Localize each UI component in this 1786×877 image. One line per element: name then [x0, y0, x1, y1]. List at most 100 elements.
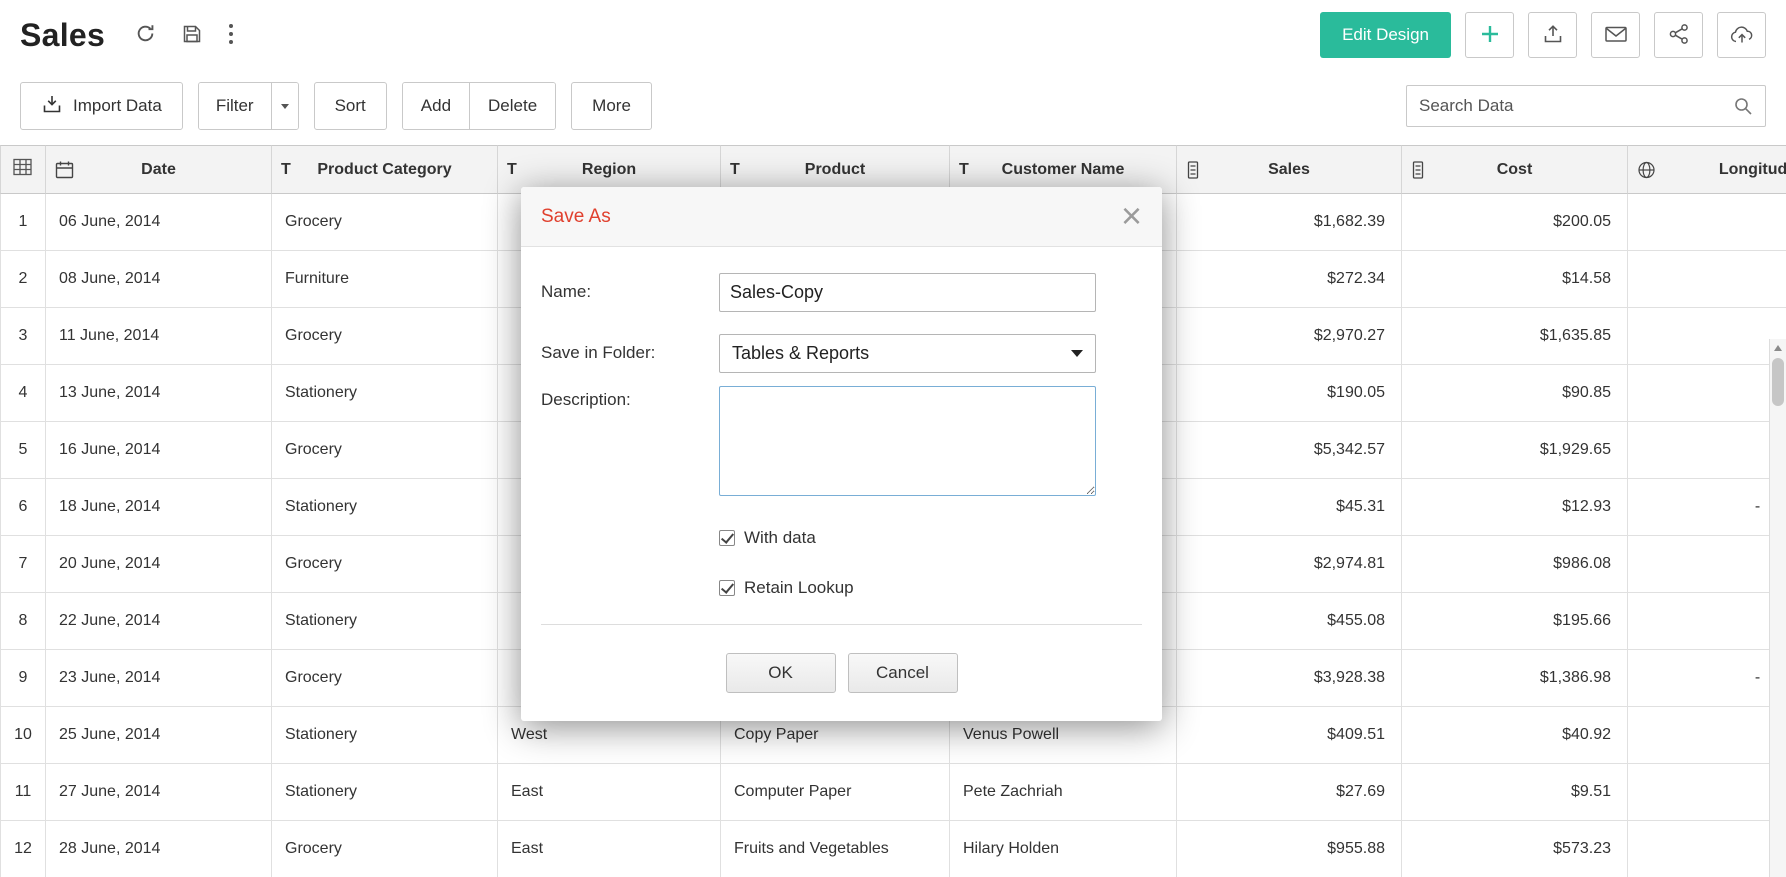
cell-category[interactable]: Furniture	[272, 251, 498, 308]
cell-num[interactable]: 11	[0, 764, 46, 821]
cell-date[interactable]: 18 June, 2014	[46, 479, 272, 536]
cell-num[interactable]: 5	[0, 422, 46, 479]
cell-sales[interactable]: $27.69	[1177, 764, 1402, 821]
cell-sales[interactable]: $190.05	[1177, 365, 1402, 422]
search-input[interactable]	[1419, 96, 1733, 116]
cell-cost[interactable]: $14.58	[1402, 251, 1628, 308]
cell-product[interactable]: Computer Paper	[721, 764, 950, 821]
cell-num[interactable]: 3	[0, 308, 46, 365]
retain-lookup-label[interactable]: Retain Lookup	[744, 578, 854, 598]
vertical-scrollbar[interactable]	[1769, 339, 1786, 877]
table-row[interactable]: 1228 June, 2014GroceryEastFruits and Veg…	[0, 821, 1786, 877]
cell-longitude[interactable]	[1628, 308, 1786, 365]
cell-cost[interactable]: $90.85	[1402, 365, 1628, 422]
import-data-button[interactable]: Import Data	[20, 82, 183, 130]
cell-cost[interactable]: $1,635.85	[1402, 308, 1628, 365]
cell-sales[interactable]: $5,342.57	[1177, 422, 1402, 479]
scroll-up-button[interactable]	[1770, 339, 1786, 356]
cell-longitude[interactable]	[1628, 194, 1786, 251]
export-button[interactable]	[1528, 12, 1577, 58]
retain-lookup-option[interactable]: Retain Lookup	[719, 578, 1142, 598]
cell-longitude[interactable]	[1628, 251, 1786, 308]
column-header-sales[interactable]: Sales	[1177, 145, 1402, 194]
cell-sales[interactable]: $3,928.38	[1177, 650, 1402, 707]
table-row[interactable]: 1127 June, 2014StationeryEastComputer Pa…	[0, 764, 1786, 821]
cell-cost[interactable]: $195.66	[1402, 593, 1628, 650]
column-header-date[interactable]: Date	[46, 145, 272, 194]
publish-button[interactable]	[1717, 12, 1766, 58]
filter-button[interactable]: Filter	[199, 83, 271, 129]
cell-date[interactable]: 20 June, 2014	[46, 536, 272, 593]
cell-sales[interactable]: $955.88	[1177, 821, 1402, 877]
email-button[interactable]	[1591, 12, 1640, 58]
cell-category[interactable]: Grocery	[272, 821, 498, 877]
cancel-button[interactable]: Cancel	[848, 653, 958, 693]
delete-button[interactable]: Delete	[469, 83, 555, 129]
search-icon[interactable]	[1733, 96, 1753, 116]
cell-num[interactable]: 10	[0, 707, 46, 764]
filter-dropdown-button[interactable]	[271, 83, 298, 129]
cell-cost[interactable]: $200.05	[1402, 194, 1628, 251]
sort-button[interactable]: Sort	[314, 82, 387, 130]
cell-sales[interactable]: $2,970.27	[1177, 308, 1402, 365]
cell-date[interactable]: 16 June, 2014	[46, 422, 272, 479]
edit-design-button[interactable]: Edit Design	[1320, 12, 1451, 58]
cell-product[interactable]: Fruits and Vegetables	[721, 821, 950, 877]
cell-category[interactable]: Grocery	[272, 650, 498, 707]
cell-longitude[interactable]	[1628, 422, 1786, 479]
cell-longitude[interactable]	[1628, 821, 1786, 877]
cell-sales[interactable]: $45.31	[1177, 479, 1402, 536]
cell-cost[interactable]: $1,386.98	[1402, 650, 1628, 707]
cell-longitude[interactable]	[1628, 365, 1786, 422]
share-button[interactable]	[1654, 12, 1703, 58]
cell-cost[interactable]: $40.92	[1402, 707, 1628, 764]
close-button[interactable]: ×	[1121, 202, 1142, 231]
cell-cost[interactable]: $986.08	[1402, 536, 1628, 593]
with-data-label[interactable]: With data	[744, 528, 816, 548]
cell-date[interactable]: 22 June, 2014	[46, 593, 272, 650]
cell-date[interactable]: 23 June, 2014	[46, 650, 272, 707]
scrollbar-thumb[interactable]	[1772, 358, 1784, 406]
with-data-checkbox[interactable]	[719, 530, 735, 546]
add-button[interactable]: Add	[403, 83, 469, 129]
more-button[interactable]: More	[571, 82, 652, 130]
cell-longitude[interactable]	[1628, 536, 1786, 593]
retain-lookup-checkbox[interactable]	[719, 580, 735, 596]
description-textarea[interactable]	[719, 386, 1096, 496]
cell-customer[interactable]: Pete Zachriah	[950, 764, 1177, 821]
cell-customer[interactable]: Hilary Holden	[950, 821, 1177, 877]
cell-num[interactable]: 6	[0, 479, 46, 536]
cell-num[interactable]: 8	[0, 593, 46, 650]
column-header-longitude[interactable]: Longitude	[1628, 145, 1786, 194]
cell-num[interactable]: 7	[0, 536, 46, 593]
column-header-cost[interactable]: Cost	[1402, 145, 1628, 194]
cell-sales[interactable]: $455.08	[1177, 593, 1402, 650]
cell-region[interactable]: East	[498, 764, 721, 821]
cell-category[interactable]: Stationery	[272, 365, 498, 422]
cell-date[interactable]: 27 June, 2014	[46, 764, 272, 821]
cell-category[interactable]: Grocery	[272, 536, 498, 593]
cell-category[interactable]: Grocery	[272, 422, 498, 479]
cell-longitude[interactable]: -	[1628, 479, 1786, 536]
save-button[interactable]	[182, 24, 202, 47]
select-all-header[interactable]	[0, 145, 46, 194]
name-input[interactable]	[719, 273, 1096, 312]
cell-date[interactable]: 06 June, 2014	[46, 194, 272, 251]
cell-cost[interactable]: $9.51	[1402, 764, 1628, 821]
cell-date[interactable]: 25 June, 2014	[46, 707, 272, 764]
cell-sales[interactable]: $1,682.39	[1177, 194, 1402, 251]
more-options-button[interactable]	[228, 23, 234, 48]
cell-num[interactable]: 4	[0, 365, 46, 422]
cell-cost[interactable]: $12.93	[1402, 479, 1628, 536]
cell-longitude[interactable]	[1628, 764, 1786, 821]
cell-sales[interactable]: $409.51	[1177, 707, 1402, 764]
cell-category[interactable]: Grocery	[272, 308, 498, 365]
cell-date[interactable]: 13 June, 2014	[46, 365, 272, 422]
cell-category[interactable]: Stationery	[272, 707, 498, 764]
cell-sales[interactable]: $272.34	[1177, 251, 1402, 308]
cell-category[interactable]: Stationery	[272, 764, 498, 821]
cell-longitude[interactable]	[1628, 593, 1786, 650]
cell-date[interactable]: 11 June, 2014	[46, 308, 272, 365]
cell-sales[interactable]: $2,974.81	[1177, 536, 1402, 593]
refresh-button[interactable]	[135, 23, 156, 47]
